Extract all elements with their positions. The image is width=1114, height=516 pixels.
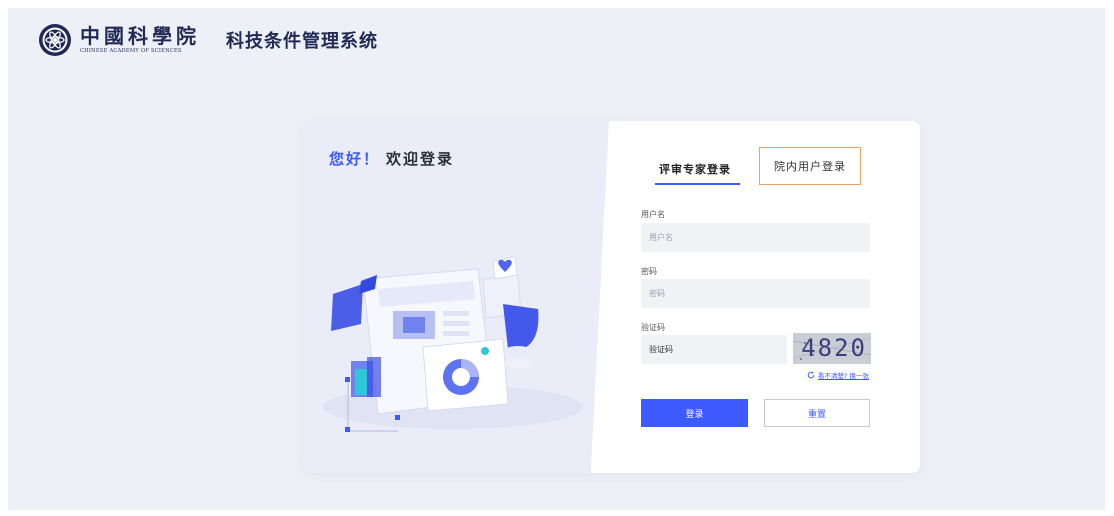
login-card: 您好！ 欢迎登录 评审专家登录 院内用户登录 用户名 用户名 密码 验证码 验证… xyxy=(303,121,920,473)
system-title: 科技条件管理系统 xyxy=(226,31,378,52)
refresh-captcha-link[interactable]: 看不清楚? 换一张 xyxy=(807,370,869,380)
login-button[interactable]: 登录 xyxy=(641,399,748,427)
dashboard-illustration xyxy=(323,256,583,432)
greeting-welcome: 欢迎登录 xyxy=(386,150,455,168)
password-input[interactable] xyxy=(641,279,870,308)
logo-english-text: CHINESE ACADEMY OF SCIENCES xyxy=(80,48,182,54)
refresh-icon xyxy=(807,371,815,379)
refresh-captcha-text: 看不清楚? 换一张 xyxy=(818,372,870,380)
username-input[interactable] xyxy=(641,223,870,252)
password-label: 密码 xyxy=(641,267,657,276)
captcha-code: 4820 xyxy=(801,334,867,362)
top-header: 中國科學院 CHINESE ACADEMY OF SCIENCES 科技条件管理… xyxy=(38,18,378,62)
welcome-panel: 您好！ 欢迎登录 xyxy=(303,121,609,473)
captcha-input[interactable] xyxy=(641,335,787,364)
greeting-heading: 您好！ 欢迎登录 xyxy=(329,148,454,169)
tab-internal-user-login[interactable]: 院内用户登录 xyxy=(759,147,861,185)
tab-expert-login[interactable]: 评审专家登录 xyxy=(659,161,731,177)
cas-logo: 中國科學院 CHINESE ACADEMY OF SCIENCES xyxy=(80,25,200,55)
cas-emblem-icon xyxy=(39,24,71,56)
greeting-hello: 您好！ xyxy=(329,150,381,168)
reset-button[interactable]: 重置 xyxy=(764,399,870,427)
captcha-label: 验证码 xyxy=(641,323,665,332)
page: 中國科學院 CHINESE ACADEMY OF SCIENCES 科技条件管理… xyxy=(0,0,1114,516)
logo-chinese-text: 中國科學院 xyxy=(80,24,200,48)
active-tab-underline xyxy=(655,183,740,185)
captcha-image[interactable]: 4820 xyxy=(793,333,871,364)
username-label: 用户名 xyxy=(641,210,665,219)
